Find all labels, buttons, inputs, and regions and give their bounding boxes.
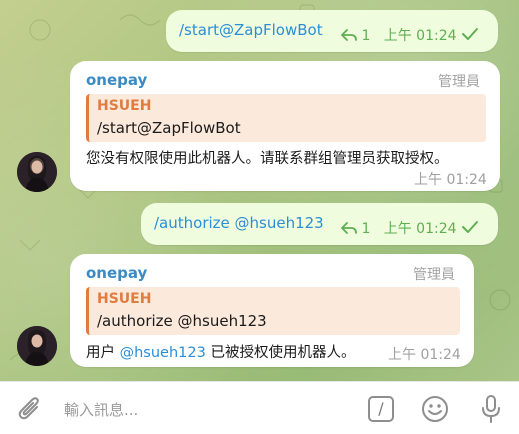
reply-count: 1 [361,221,371,237]
message-time: 上午 01:24 [383,221,457,237]
reply-arrow-icon [341,222,357,234]
message-meta: 1 上午 01:24 [341,218,479,238]
avatar-photo [17,152,57,192]
avatar[interactable] [17,326,57,366]
quote-author: HSUEH [97,98,152,114]
message-text-after: 已被授权使用机器人。 [210,345,356,361]
message-text-before: 用户 [86,345,115,361]
read-check-icon [461,28,478,40]
quote-text: /authorize @hsueh123 [97,312,267,330]
message-time: 上午 01:24 [388,347,461,363]
incoming-message[interactable]: onepay 管理員 HSUEH /authorize @hsueh123 用户… [70,254,474,367]
paperclip-icon[interactable] [17,395,43,423]
sender-name[interactable]: onepay [86,71,147,89]
reply-quote[interactable]: HSUEH /start@ZapFlowBot [86,94,486,142]
message-text[interactable]: /authorize @hsueh123 [154,214,324,232]
quote-text: /start@ZapFlowBot [97,119,241,137]
outgoing-message[interactable]: /start@ZapFlowBot 1 上午 01:24 [166,10,498,52]
message-composer: 輸入訊息... / [0,381,519,434]
reply-arrow-icon [341,29,357,41]
incoming-message[interactable]: onepay 管理員 HSUEH /start@ZapFlowBot 您没有权限… [70,61,500,191]
emoji-icon[interactable] [421,395,449,423]
microphone-icon[interactable] [479,394,503,424]
message-time: 上午 01:24 [414,172,487,188]
message-meta: 1 上午 01:24 [341,25,479,45]
message-text: 用户 @hsueh123 已被授权使用机器人。 [86,341,355,362]
message-text[interactable]: /start@ZapFlowBot [179,21,323,39]
message-text: 您没有权限使用此机器人。请联系群组管理员获取授权。 [86,151,449,167]
admin-badge: 管理員 [413,267,455,283]
user-mention[interactable]: @hsueh123 [120,345,206,361]
message-time: 上午 01:24 [383,28,457,44]
slash-command-icon[interactable]: / [368,396,394,422]
message-input[interactable]: 輸入訊息... [64,399,138,420]
avatar-photo [17,326,57,366]
reply-quote[interactable]: HSUEH /authorize @hsueh123 [86,287,460,335]
admin-badge: 管理員 [438,74,480,90]
avatar[interactable] [17,152,57,192]
read-check-icon [461,221,478,233]
quote-author: HSUEH [97,291,152,307]
sender-name[interactable]: onepay [86,264,147,282]
outgoing-message[interactable]: /authorize @hsueh123 1 上午 01:24 [141,203,498,245]
reply-count: 1 [361,28,371,44]
